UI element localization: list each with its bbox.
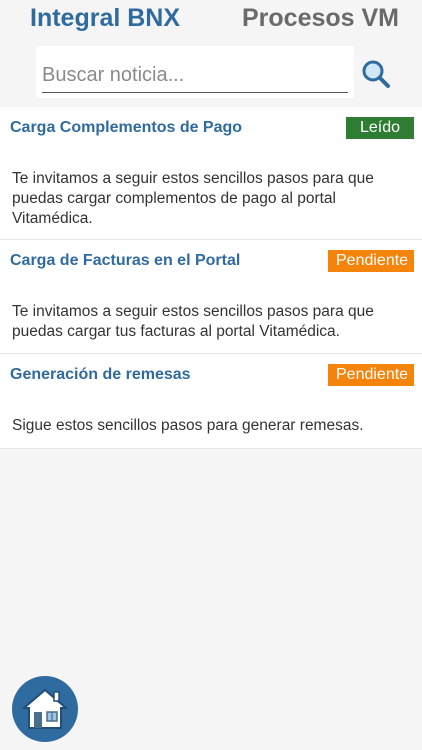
search-button[interactable]: [360, 58, 392, 90]
status-badge-read: Leído: [346, 117, 414, 139]
tab-procesos-vm[interactable]: Procesos VM: [242, 4, 399, 33]
home-icon: [21, 688, 69, 729]
magnifier-icon: [362, 60, 390, 88]
news-description: Te invitamos a seguir estos sencillos pa…: [12, 303, 374, 340]
search-input[interactable]: [42, 58, 348, 93]
status-badge-pending: Pendiente: [328, 250, 414, 272]
news-item[interactable]: Carga Complementos de Pago Leído Te invi…: [0, 107, 422, 240]
top-tabs: Integral BNX Procesos VM: [0, 0, 422, 40]
news-item[interactable]: Carga de Facturas en el Portal Pendiente…: [0, 240, 422, 354]
news-title: Carga Complementos de Pago: [10, 119, 243, 136]
news-title: Generación de remesas: [10, 366, 191, 383]
search-box: [36, 46, 354, 98]
news-description: Te invitamos a seguir estos sencillos pa…: [12, 170, 374, 227]
tab-integral-bnx[interactable]: Integral BNX: [30, 4, 180, 33]
home-button[interactable]: [12, 676, 78, 742]
news-description: Sigue estos sencillos pasos para generar…: [12, 417, 364, 434]
news-item[interactable]: Generación de remesas Pendiente Sigue es…: [0, 354, 422, 449]
status-badge-pending: Pendiente: [328, 364, 414, 386]
news-title: Carga de Facturas en el Portal: [10, 252, 241, 269]
news-list: Carga Complementos de Pago Leído Te invi…: [0, 107, 422, 449]
